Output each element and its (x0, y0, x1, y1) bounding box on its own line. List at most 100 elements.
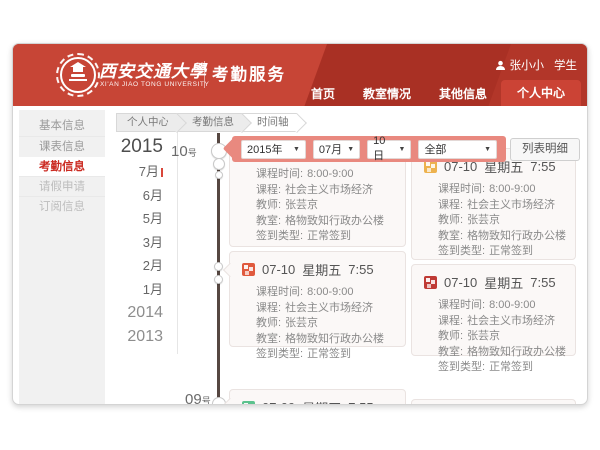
breadcrumb: 个人中心 考勤信息 时间轴 (116, 113, 297, 132)
card-row-room: 教室:格物致知行政办公楼 (256, 332, 397, 348)
card-row-course: 课程:社会主义市场经济 (438, 198, 567, 214)
scale-month-jan[interactable]: 1月 (108, 278, 163, 302)
university-name-en: XI'AN JIAO TONG UNIVERSITY (100, 81, 209, 88)
month-select[interactable]: 07月 ▼ (313, 140, 360, 159)
year-select[interactable]: 2015年 ▼ (241, 140, 306, 159)
row-value: 格物致知行政办公楼 (467, 230, 566, 242)
app-title: 考勤服务 (212, 61, 286, 85)
card-row-sign-type: 签到类型:正常签到 (438, 360, 567, 376)
card-weekday: 星期五 (484, 273, 523, 292)
row-value: 张芸京 (285, 317, 318, 329)
type-select[interactable]: 全部 ▼ (418, 140, 497, 159)
calendar-icon (242, 263, 255, 276)
day-select[interactable]: 10日 ▼ (367, 140, 411, 159)
sidebar: 基本信息 课表信息 考勤信息 请假申请 订阅信息 (19, 110, 105, 404)
row-value: 8:00-9:00 (307, 168, 353, 180)
row-value: 8:00-9:00 (307, 286, 353, 298)
card-row-sign-type: 签到类型:正常签到 (256, 347, 397, 363)
sidebar-item-leave-request[interactable]: 请假申请 (19, 176, 105, 196)
day-number: 09 (185, 391, 202, 405)
card-time: 7:55 (348, 400, 373, 405)
scale-month-mar[interactable]: 3月 (108, 231, 163, 255)
row-value: 8:00-9:00 (489, 183, 535, 195)
scale-year-2015[interactable]: 2015 (108, 134, 163, 160)
row-label: 课程: (256, 302, 281, 314)
user-name: 张小小 (510, 57, 545, 73)
row-value: 社会主义市场经济 (467, 315, 555, 327)
row-value: 张芸京 (467, 214, 500, 226)
day-suffix: 号 (202, 396, 211, 405)
scale-month-jun[interactable]: 6月 (108, 184, 163, 208)
card-row-course: 课程:社会主义市场经济 (438, 314, 567, 330)
card-row-room: 教室:格物致知行政办公楼 (256, 214, 397, 230)
nav-item-classrooms[interactable]: 教室情况 (349, 82, 425, 106)
row-value: 格物致知行政办公楼 (467, 346, 566, 358)
scale-year-2014[interactable]: 2014 (108, 301, 163, 325)
row-value: 张芸京 (467, 330, 500, 342)
scale-month-label: 7月 (139, 164, 159, 179)
chevron-down-icon: ▼ (347, 146, 354, 153)
sidebar-item-subscription-info[interactable]: 订阅信息 (19, 196, 105, 216)
timeline-node (214, 275, 223, 284)
row-label: 教师: (438, 214, 463, 226)
row-value: 8:00-9:00 (489, 299, 535, 311)
scale-month-feb[interactable]: 2月 (108, 254, 163, 278)
calendar-icon (242, 401, 255, 405)
user-chip[interactable]: 张小小 学生 (495, 57, 578, 73)
card-row-sign-type: 签到类型:正常签到 (256, 229, 397, 245)
timeline-scale: 2015 7月 6月 5月 3月 2月 1月 2014 2013 (108, 134, 163, 348)
chevron-down-icon: ▼ (399, 146, 406, 153)
row-value: 格物致知行政办公楼 (285, 333, 384, 345)
row-label: 课程: (256, 184, 281, 196)
timeline-node (213, 158, 225, 170)
card-row-time: 课程时间:8:00-9:00 (438, 182, 567, 198)
main-nav: 首页 教室情况 其他信息 个人中心 (297, 80, 581, 106)
nav-item-personal-center[interactable]: 个人中心 (501, 80, 581, 106)
row-label: 教室: (438, 346, 463, 358)
row-label: 教师: (256, 199, 281, 211)
breadcrumb-personal-center[interactable]: 个人中心 (116, 113, 177, 132)
title-divider (204, 61, 205, 88)
row-label: 签到类型: (438, 245, 485, 257)
row-label: 教师: (256, 317, 281, 329)
row-value: 正常签到 (489, 361, 533, 373)
month-select-value: 07月 (319, 141, 342, 157)
attendance-card-partial (411, 399, 576, 405)
scale-month-jul[interactable]: 7月 (108, 160, 163, 184)
attendance-card: 07-10 星期五 7:55 课程时间:8:00-9:00 课程:社会主义市场经… (229, 251, 406, 347)
card-date: 07-10 (262, 262, 295, 277)
scale-month-may[interactable]: 5月 (108, 207, 163, 231)
day-marker-10: 10号 (171, 143, 197, 161)
row-value: 正常签到 (489, 245, 533, 257)
timeline-node (215, 171, 223, 179)
card-header: 07-10 星期五 7:55 (230, 252, 405, 283)
card-time: 7:55 (530, 159, 555, 174)
university-logo (56, 53, 100, 97)
calendar-icon (424, 276, 437, 289)
card-row-course: 课程:社会主义市场经济 (256, 183, 397, 199)
nav-item-home[interactable]: 首页 (297, 82, 349, 106)
card-details: 课程时间:8:00-9:00 课程:社会主义市场经济 教师:张芸京 教室:格物致… (412, 180, 575, 260)
card-row-teacher: 教师: 张芸京 (256, 316, 397, 332)
sidebar-item-schedule-info[interactable]: 课表信息 (19, 136, 105, 156)
attendance-card: 07-09 星期四 7:55 (229, 389, 406, 405)
sidebar-item-attendance-info[interactable]: 考勤信息 (19, 156, 105, 176)
card-row-teacher: 教师:张芸京 (438, 329, 567, 345)
card-row-sign-type: 签到类型: 正常签到 (438, 244, 567, 260)
card-header: 07-10 星期五 7:55 (412, 265, 575, 296)
day-suffix: 号 (188, 148, 197, 158)
chevron-down-icon: ▼ (293, 146, 300, 153)
attendance-card: 07-10 星期五 7:55 课程时间:8:00-9:00 课程:社会主义市场经… (411, 264, 576, 356)
row-value: 张芸京 (285, 199, 318, 211)
card-weekday: 星期四 (302, 398, 341, 405)
scale-year-2013[interactable]: 2013 (108, 325, 163, 349)
card-time: 7:55 (348, 262, 373, 277)
card-weekday: 星期五 (302, 260, 341, 279)
sidebar-item-basic-info[interactable]: 基本信息 (19, 116, 105, 136)
nav-item-other-info[interactable]: 其他信息 (425, 82, 501, 106)
card-date: 07-10 (444, 275, 477, 290)
row-label: 课程时间: (256, 286, 303, 298)
filter-bar: 2015年 ▼ 07月 ▼ 10日 ▼ 全部 ▼ (232, 136, 506, 162)
university-name-cn: 西安交通大學 (99, 57, 207, 82)
list-detail-button[interactable]: 列表明细 (510, 138, 580, 161)
